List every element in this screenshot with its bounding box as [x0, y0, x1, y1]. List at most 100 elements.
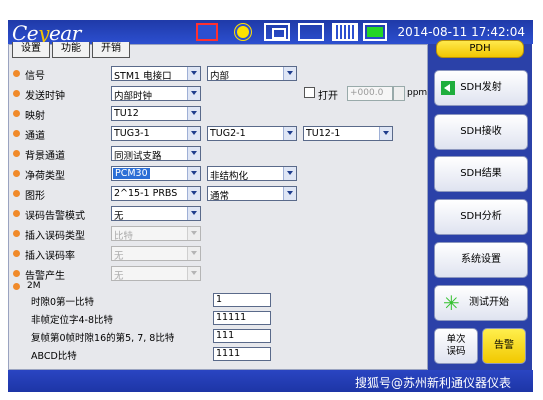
field-label: 时隙0第一比特 — [31, 297, 95, 308]
button-label: 系统设置 — [461, 254, 501, 265]
sdh-rx-button[interactable]: SDH接收 — [434, 114, 528, 150]
chevron-down-icon[interactable] — [187, 167, 200, 180]
chevron-down-icon[interactable] — [283, 167, 296, 180]
side-menu: PDH SDH发射 SDH接收 SDH结果 SDH分析 系统设置 ✳ 测试开始 … — [428, 40, 532, 370]
pattern-select[interactable]: 2^15-1 PRBS — [111, 186, 201, 201]
chevron-down-icon[interactable] — [187, 87, 200, 100]
alarm-generation-select: 无 — [111, 266, 201, 282]
row-alarm-generation: 告警产生 无 — [11, 265, 421, 282]
record-icon[interactable] — [196, 23, 218, 41]
watermark-text: 搜狐号@苏州新利通仪器仪表 — [355, 376, 512, 390]
pattern-polarity-select[interactable]: 通常 — [207, 186, 297, 202]
row-label: 通道 — [25, 131, 45, 142]
row-label: 插入误码类型 — [25, 231, 85, 242]
abcd-bits-row: ABCD比特 1111 — [31, 347, 411, 362]
error-alarm-mode-select[interactable]: 无 — [111, 206, 201, 222]
back-arrow-icon — [441, 81, 455, 95]
tx-clock-select[interactable]: 内部时钟 — [111, 86, 201, 102]
button-label-line2: 误码 — [446, 346, 466, 357]
bullet-icon — [13, 130, 20, 137]
monitor-icon[interactable] — [298, 23, 324, 41]
row-mapping: 映射 TU12 — [11, 105, 421, 122]
row-label: 误码告警模式 — [25, 211, 85, 222]
freq-stepper[interactable] — [393, 86, 405, 101]
chevron-down-icon — [187, 267, 200, 280]
brightness-icon[interactable] — [230, 23, 256, 41]
spinner-icon: ✳ — [443, 291, 460, 315]
abcd-bits-input[interactable]: 1111 — [213, 347, 271, 361]
bullet-icon — [13, 90, 20, 97]
freq-offset-field[interactable]: +000.0 — [347, 86, 393, 101]
battery-icon — [363, 23, 387, 41]
bullet-icon — [13, 170, 20, 177]
e1-settings-group: 2M 时隙0第一比特 1 非帧定位字4-8比特 11111 复帧第0帧时隙16的… — [13, 281, 423, 367]
row-label: 图形 — [25, 191, 45, 202]
chevron-down-icon[interactable] — [187, 127, 200, 140]
signal-select[interactable]: STM1 电接口 — [111, 66, 201, 82]
row-insert-error-type: 插入误码类型 比特 — [11, 225, 421, 242]
tu12-select[interactable]: TU12-1 — [303, 126, 393, 141]
framing-select[interactable]: 非结构化 — [207, 166, 297, 182]
row-error-alarm-mode: 误码告警模式 无 — [11, 205, 421, 222]
row-tx-clock: 发送时钟 内部时钟 打开 +000.0 ppm — [11, 85, 427, 102]
mf-ts16-bits-input[interactable]: 111 — [213, 329, 271, 343]
offset-checkbox-label: 打开 — [318, 91, 338, 102]
chevron-down-icon[interactable] — [283, 67, 296, 80]
keyboard-icon[interactable] — [332, 23, 358, 41]
row-background-channel: 背景通道 同测试支路 — [11, 145, 421, 162]
nfas-bits-input[interactable]: 11111 — [213, 311, 271, 325]
button-label: SDH接收 — [460, 126, 502, 137]
signal-source-select[interactable]: 内部 — [207, 66, 297, 82]
sdh-analysis-button[interactable]: SDH分析 — [434, 199, 528, 235]
ts0-first-bit-input[interactable]: 1 — [213, 293, 271, 307]
row-label: 映射 — [25, 111, 45, 122]
chevron-down-icon[interactable] — [187, 147, 200, 160]
row-insert-error-rate: 插入误码率 无 — [11, 245, 421, 262]
tug2-select[interactable]: TUG2-1 — [207, 126, 297, 141]
tab-functions[interactable]: 功能 — [52, 42, 90, 58]
nfas-bits-row: 非帧定位字4-8比特 11111 — [31, 311, 411, 326]
row-label: 发送时钟 — [25, 91, 65, 102]
sdh-tx-button[interactable]: SDH发射 — [434, 70, 528, 106]
pdh-button[interactable]: PDH — [436, 40, 524, 58]
row-label: 净荷类型 — [25, 171, 65, 182]
offset-checkbox[interactable] — [304, 87, 315, 98]
tug3-select[interactable]: TUG3-1 — [111, 126, 201, 141]
settings-panel: 设置 功能 开销 信号 STM1 电接口 内部 发送时钟 内部时钟 打开 +00… — [8, 42, 428, 370]
button-label: SDH发射 — [460, 82, 502, 93]
bullet-icon — [13, 70, 20, 77]
insert-error-type-select: 比特 — [111, 226, 201, 242]
chevron-down-icon[interactable] — [187, 187, 200, 200]
button-label: SDH分析 — [460, 211, 502, 222]
tab-bar: 设置 功能 开销 — [12, 42, 130, 58]
bullet-icon — [13, 210, 20, 217]
chevron-down-icon[interactable] — [283, 187, 296, 200]
windows-icon[interactable] — [264, 23, 290, 41]
row-label: 告警产生 — [25, 271, 65, 282]
row-label: 信号 — [25, 71, 45, 82]
bullet-icon — [13, 270, 20, 277]
row-payload-type: 净荷类型 PCM30 非结构化 — [11, 165, 421, 182]
tab-settings[interactable]: 设置 — [12, 42, 50, 58]
single-error-button[interactable]: 单次 误码 — [434, 328, 478, 364]
chevron-down-icon[interactable] — [187, 67, 200, 80]
system-settings-button[interactable]: 系统设置 — [434, 242, 528, 278]
bullet-icon — [13, 150, 20, 157]
chevron-down-icon[interactable] — [187, 207, 200, 220]
chevron-down-icon[interactable] — [379, 127, 392, 140]
background-channel-select[interactable]: 同测试支路 — [111, 146, 201, 162]
field-label: 复帧第0帧时隙16的第5, 7, 8比特 — [31, 333, 175, 344]
sdh-results-button[interactable]: SDH结果 — [434, 156, 528, 192]
button-label: SDH结果 — [460, 168, 502, 179]
alarm-button[interactable]: 告警 — [482, 328, 526, 364]
ts0-first-bit-row: 时隙0第一比特 1 — [31, 293, 411, 308]
bullet-icon — [13, 283, 20, 290]
chevron-down-icon[interactable] — [187, 107, 200, 120]
start-test-button[interactable]: ✳ 测试开始 — [434, 285, 528, 321]
insert-error-rate-select: 无 — [111, 246, 201, 262]
bullet-icon — [13, 250, 20, 257]
mapping-select[interactable]: TU12 — [111, 106, 201, 121]
payload-select[interactable]: PCM30 — [111, 166, 201, 181]
chevron-down-icon[interactable] — [283, 127, 296, 140]
tab-overhead[interactable]: 开销 — [92, 42, 130, 58]
